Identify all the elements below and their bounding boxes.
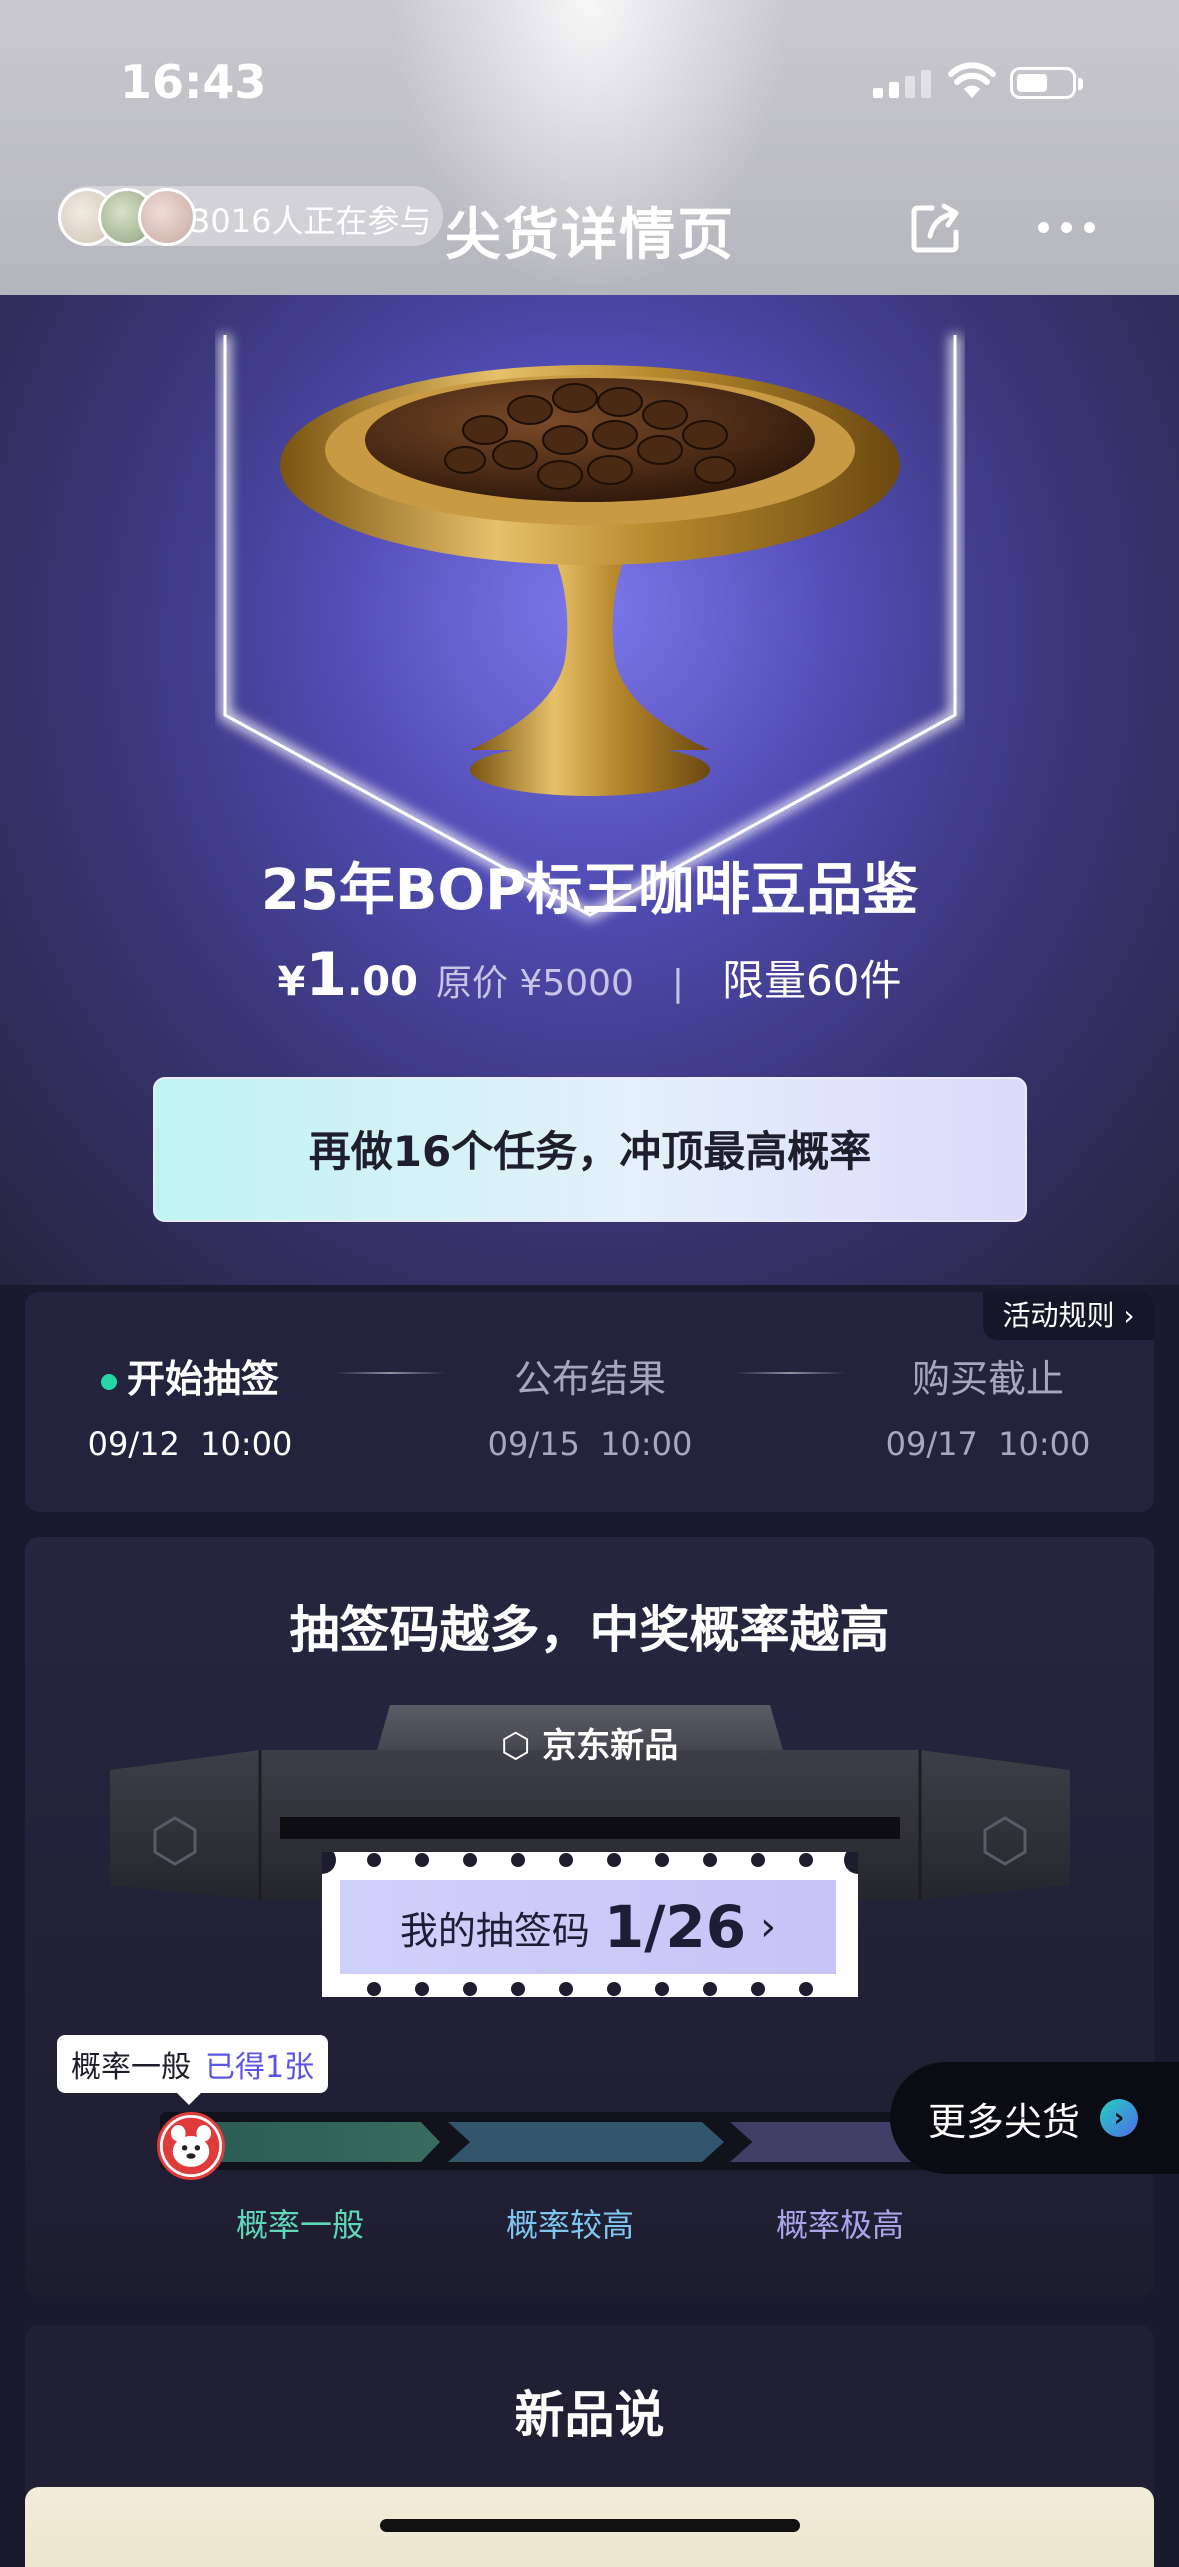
probability-label: 概率极高 xyxy=(775,2206,904,2244)
brand-text: 京东新品 xyxy=(542,1726,679,1766)
avatar xyxy=(138,188,196,246)
wifi-icon xyxy=(948,62,996,98)
product-title: 25年BOP标王咖啡豆品鉴 xyxy=(260,858,919,923)
cellular-signal-icon xyxy=(873,70,931,98)
participants-text: 3016人正在参与 xyxy=(190,202,432,240)
step-label: 公布结果 xyxy=(513,1357,666,1401)
my-lottery-code-button[interactable]: 我的抽签码 1/26 › xyxy=(340,1880,836,1974)
step-time: 09/15 10:00 xyxy=(487,1425,693,1463)
divider: | xyxy=(671,963,685,1004)
more-items-label: 更多尖货 xyxy=(928,2099,1081,2144)
my-code-label: 我的抽签码 xyxy=(399,1908,590,1953)
more-items-button[interactable]: 更多尖货 › xyxy=(890,2062,1179,2174)
lottery-code-title: 抽签码越多，中奖概率越高 xyxy=(289,1601,890,1659)
timeline-step-start: 开始抽签 09/12 10:00 xyxy=(60,1348,320,1463)
probability-segment-higher xyxy=(448,2122,724,2162)
page-title: 尖货详情页 xyxy=(445,203,735,268)
probability-label: 概率较高 xyxy=(505,2206,634,2244)
status-time: 16:43 xyxy=(120,55,267,109)
price-integer: 1 xyxy=(305,940,348,1010)
active-dot-icon xyxy=(100,1373,117,1390)
timeline-connector xyxy=(335,1372,445,1374)
step-label: 购买截止 xyxy=(911,1357,1064,1401)
battery-icon xyxy=(1010,67,1083,99)
limited-quantity: 限量60件 xyxy=(722,956,902,1005)
share-icon[interactable] xyxy=(906,198,966,258)
timeline-connector xyxy=(735,1372,845,1374)
coffee-bean-plate-image xyxy=(280,365,900,796)
jd-mascot-icon xyxy=(157,2112,225,2180)
price-row: ¥ 1 .00 原价 ¥5000 | 限量60件 xyxy=(0,940,1179,1010)
probability-tooltip: 概率一般 已得1张 xyxy=(57,2035,329,2105)
probability-segment-normal xyxy=(200,2122,440,2162)
original-price: 原价 ¥5000 xyxy=(435,963,634,1004)
activity-rules-link[interactable]: 活动规则 › xyxy=(983,1292,1154,1340)
more-icon[interactable] xyxy=(1038,222,1095,233)
price-decimal: .00 xyxy=(347,959,418,1005)
brand-label: ⬡ 京东新品 xyxy=(0,1718,1179,1767)
timeline-step-deadline: 购买截止 09/17 10:00 xyxy=(858,1348,1118,1463)
chevron-right-icon: › xyxy=(1100,2099,1139,2137)
tooltip-level: 概率一般 xyxy=(71,2050,191,2085)
home-indicator xyxy=(380,2519,800,2532)
timeline-step-result: 公布结果 09/15 10:00 xyxy=(460,1348,720,1463)
chevron-right-icon: › xyxy=(760,1904,777,1950)
box-icon: ⬡ xyxy=(500,1726,543,1766)
step-label: 开始抽签 xyxy=(126,1357,279,1401)
step-time: 09/17 10:00 xyxy=(885,1425,1091,1463)
probability-label: 概率一般 xyxy=(235,2206,364,2244)
tooltip-count: 已得1张 xyxy=(205,2050,315,2085)
my-code-value: 1/26 xyxy=(603,1893,747,1961)
price-symbol: ¥ xyxy=(277,959,306,1005)
new-products-title: 新品说 xyxy=(514,2386,665,2444)
step-time: 09/12 10:00 xyxy=(87,1425,293,1463)
do-tasks-button[interactable]: 再做16个任务，冲顶最高概率 xyxy=(153,1077,1027,1222)
